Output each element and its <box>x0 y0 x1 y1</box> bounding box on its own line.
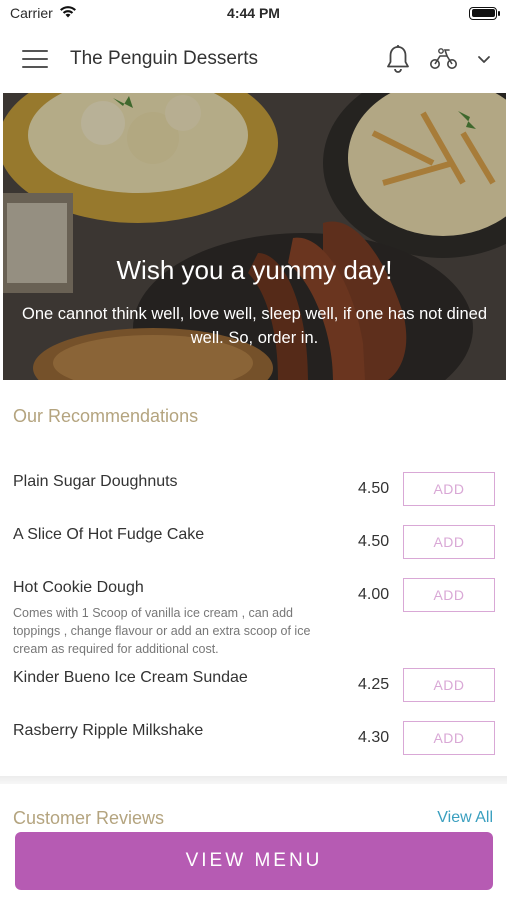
item-price: 4.25 <box>358 676 390 693</box>
add-button[interactable]: ADD <box>403 578 495 612</box>
item-name: Rasberry Ripple Milkshake <box>13 722 204 739</box>
item-name: A Slice Of Hot Fudge Cake <box>13 526 205 543</box>
scooter-icon[interactable] <box>429 47 459 71</box>
battery-icon <box>469 6 500 20</box>
bell-icon[interactable] <box>385 44 411 74</box>
add-button[interactable]: ADD <box>403 668 495 702</box>
hamburger-menu-icon[interactable] <box>22 50 48 68</box>
hero-title: Wish you a yummy day! <box>116 255 393 285</box>
add-button[interactable]: ADD <box>403 525 495 559</box>
section-divider <box>0 776 507 784</box>
hero-subtitle: One cannot think well, love well, sleep … <box>21 305 488 347</box>
app-header: The Penguin Desserts <box>0 26 507 92</box>
item-name: Kinder Bueno Ice Cream Sundae <box>13 669 248 686</box>
status-bar: Carrier 4:44 PM <box>0 0 507 26</box>
item-name: Plain Sugar Doughnuts <box>13 473 178 490</box>
view-menu-button[interactable]: VIEW MENU <box>15 832 493 890</box>
status-time: 4:44 PM <box>227 5 280 21</box>
recommendations-title: Our Recommendations <box>13 406 199 426</box>
item-price: 4.00 <box>358 586 390 603</box>
hero-banner: Wish you a yummy day! One cannot think w… <box>3 93 506 380</box>
add-button[interactable]: ADD <box>403 472 495 506</box>
chevron-down-icon[interactable] <box>477 54 491 64</box>
item-price: 4.50 <box>358 533 390 550</box>
item-price: 4.50 <box>358 480 390 497</box>
page-title: The Penguin Desserts <box>70 48 258 69</box>
add-button[interactable]: ADD <box>403 721 495 755</box>
header-actions <box>385 44 491 74</box>
item-name: Hot Cookie Dough <box>13 579 144 596</box>
item-description: Comes with 1 Scoop of vanilla ice cream … <box>13 606 311 656</box>
item-price: 4.30 <box>358 729 390 746</box>
